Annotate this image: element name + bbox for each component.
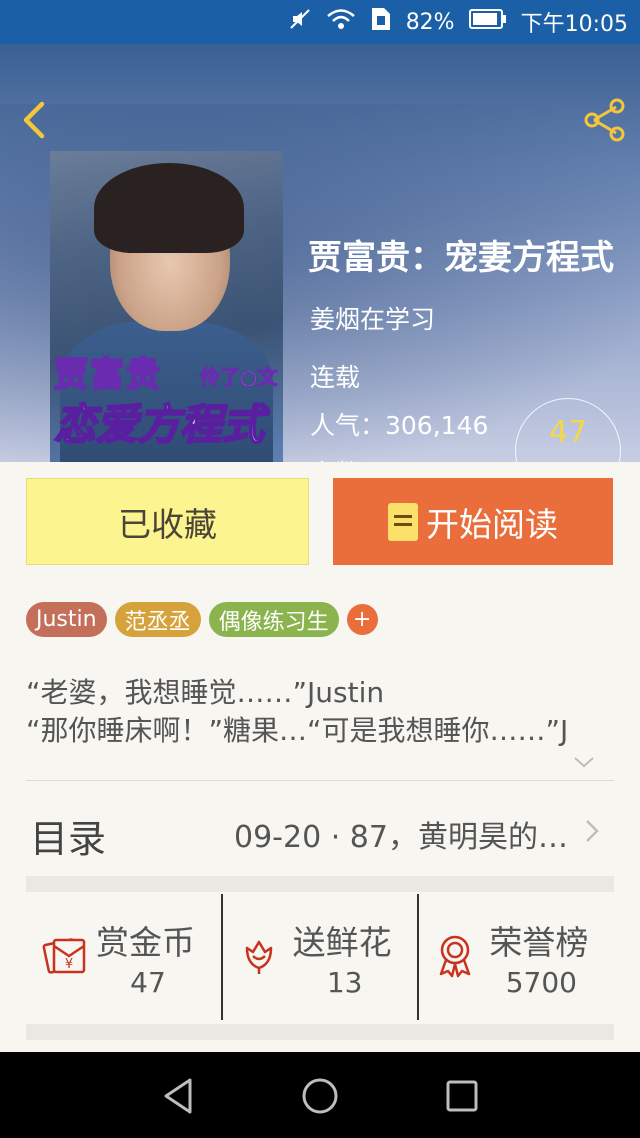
send-flowers[interactable]: 送鲜花 13	[220, 894, 418, 1020]
book-header: 贾富贵 伶了○文 恋爱方程式 贾富贵：宠妻方程式 姜烟在学习 连载 人气：306…	[0, 44, 640, 462]
flower-icon	[239, 934, 279, 980]
clock: 下午10:05	[520, 12, 628, 37]
share-button[interactable]	[580, 98, 628, 142]
synopsis[interactable]: “老婆，我想睡觉……”Justin “那你睡床啊！”糖果…“可是我想睡你……”J	[26, 674, 614, 750]
triangle-back-icon	[164, 1078, 192, 1114]
reward-coins[interactable]: ¥ 赏金币 47	[26, 894, 221, 1020]
add-tag-button[interactable]: +	[346, 604, 378, 635]
chevron-left-icon	[23, 101, 45, 139]
synopsis-line-2: “那你睡床啊！”糖果…“可是我想睡你……”J	[26, 714, 569, 747]
back-button[interactable]	[16, 98, 56, 142]
red-envelope-icon: ¥	[42, 934, 88, 980]
honor-board[interactable]: 荣誉榜 5700	[417, 894, 614, 1020]
toc-label: 目录	[30, 817, 107, 861]
section-separator	[26, 876, 614, 892]
nav-back-button[interactable]	[160, 1076, 196, 1120]
honor-board-value: 5700	[505, 966, 577, 999]
section-separator	[26, 1024, 614, 1040]
honor-board-title: 荣誉榜	[489, 923, 589, 962]
tag-justin[interactable]: Justin	[26, 602, 107, 637]
book-word-count: 字数：102,339	[310, 454, 488, 462]
nav-recents-button[interactable]	[444, 1076, 480, 1120]
book-popularity: 人气：306,146	[310, 411, 489, 440]
battery-percent: 82%	[405, 9, 455, 35]
nav-home-button[interactable]	[300, 1076, 340, 1120]
start-reading-button[interactable]: 开始阅读	[333, 478, 613, 565]
cover-author-mark: 伶了○文	[199, 365, 278, 390]
book-status: 连载	[310, 363, 361, 392]
start-reading-label: 开始阅读	[426, 504, 558, 544]
reward-coins-value: 47	[130, 966, 166, 999]
table-of-contents-row[interactable]: 目录 09-20 · 87，黄明昊的生日	[26, 782, 614, 876]
system-nav-bar	[0, 1052, 640, 1138]
cover-title-line1: 贾富贵	[53, 354, 162, 396]
cover-title-line2: 恋爱方程式	[53, 399, 265, 450]
send-flowers-value: 13	[326, 966, 363, 999]
collected-label: 已收藏	[118, 504, 217, 544]
expand-synopsis-button[interactable]	[572, 754, 596, 774]
collected-button[interactable]: 已收藏	[26, 478, 309, 565]
status-bar: 82% 下午10:05	[0, 0, 640, 44]
tag-list: Justin 范丞丞 偶像练习生 +	[26, 602, 378, 637]
cover-figure-hair	[94, 163, 244, 253]
wifi-icon	[326, 7, 356, 37]
book-icon	[388, 502, 418, 541]
book-title: 贾富贵：宠妻方程式	[308, 238, 614, 278]
battery-icon	[468, 8, 507, 36]
medal-icon	[435, 934, 475, 982]
reward-coins-title: 赏金币	[96, 923, 195, 962]
synopsis-line-1: “老婆，我想睡觉……”Justin	[26, 676, 385, 709]
sim-icon	[370, 6, 392, 38]
book-cover[interactable]: 贾富贵 伶了○文 恋爱方程式	[50, 151, 283, 462]
reward-stats: ¥ 赏金币 47 送鲜花 13 荣誉榜 5700	[26, 894, 614, 1020]
tip-count: 47	[548, 415, 588, 450]
mute-icon	[288, 7, 312, 37]
square-recents-icon	[446, 1080, 478, 1112]
chevron-right-icon	[584, 818, 600, 848]
svg-text:¥: ¥	[65, 957, 73, 972]
divider	[26, 780, 614, 781]
chevron-down-icon	[574, 757, 594, 768]
tag-idol-producer[interactable]: 偶像练习生	[208, 602, 339, 637]
circle-home-icon	[302, 1078, 338, 1114]
tag-fan-chengcheng[interactable]: 范丞丞	[114, 602, 201, 637]
latest-chapter: 09-20 · 87，黄明昊的生日	[234, 820, 570, 855]
send-flowers-title: 送鲜花	[292, 923, 392, 962]
tip-label: 打赏	[516, 459, 620, 462]
share-icon	[584, 98, 625, 142]
book-author[interactable]: 姜烟在学习	[310, 300, 435, 336]
